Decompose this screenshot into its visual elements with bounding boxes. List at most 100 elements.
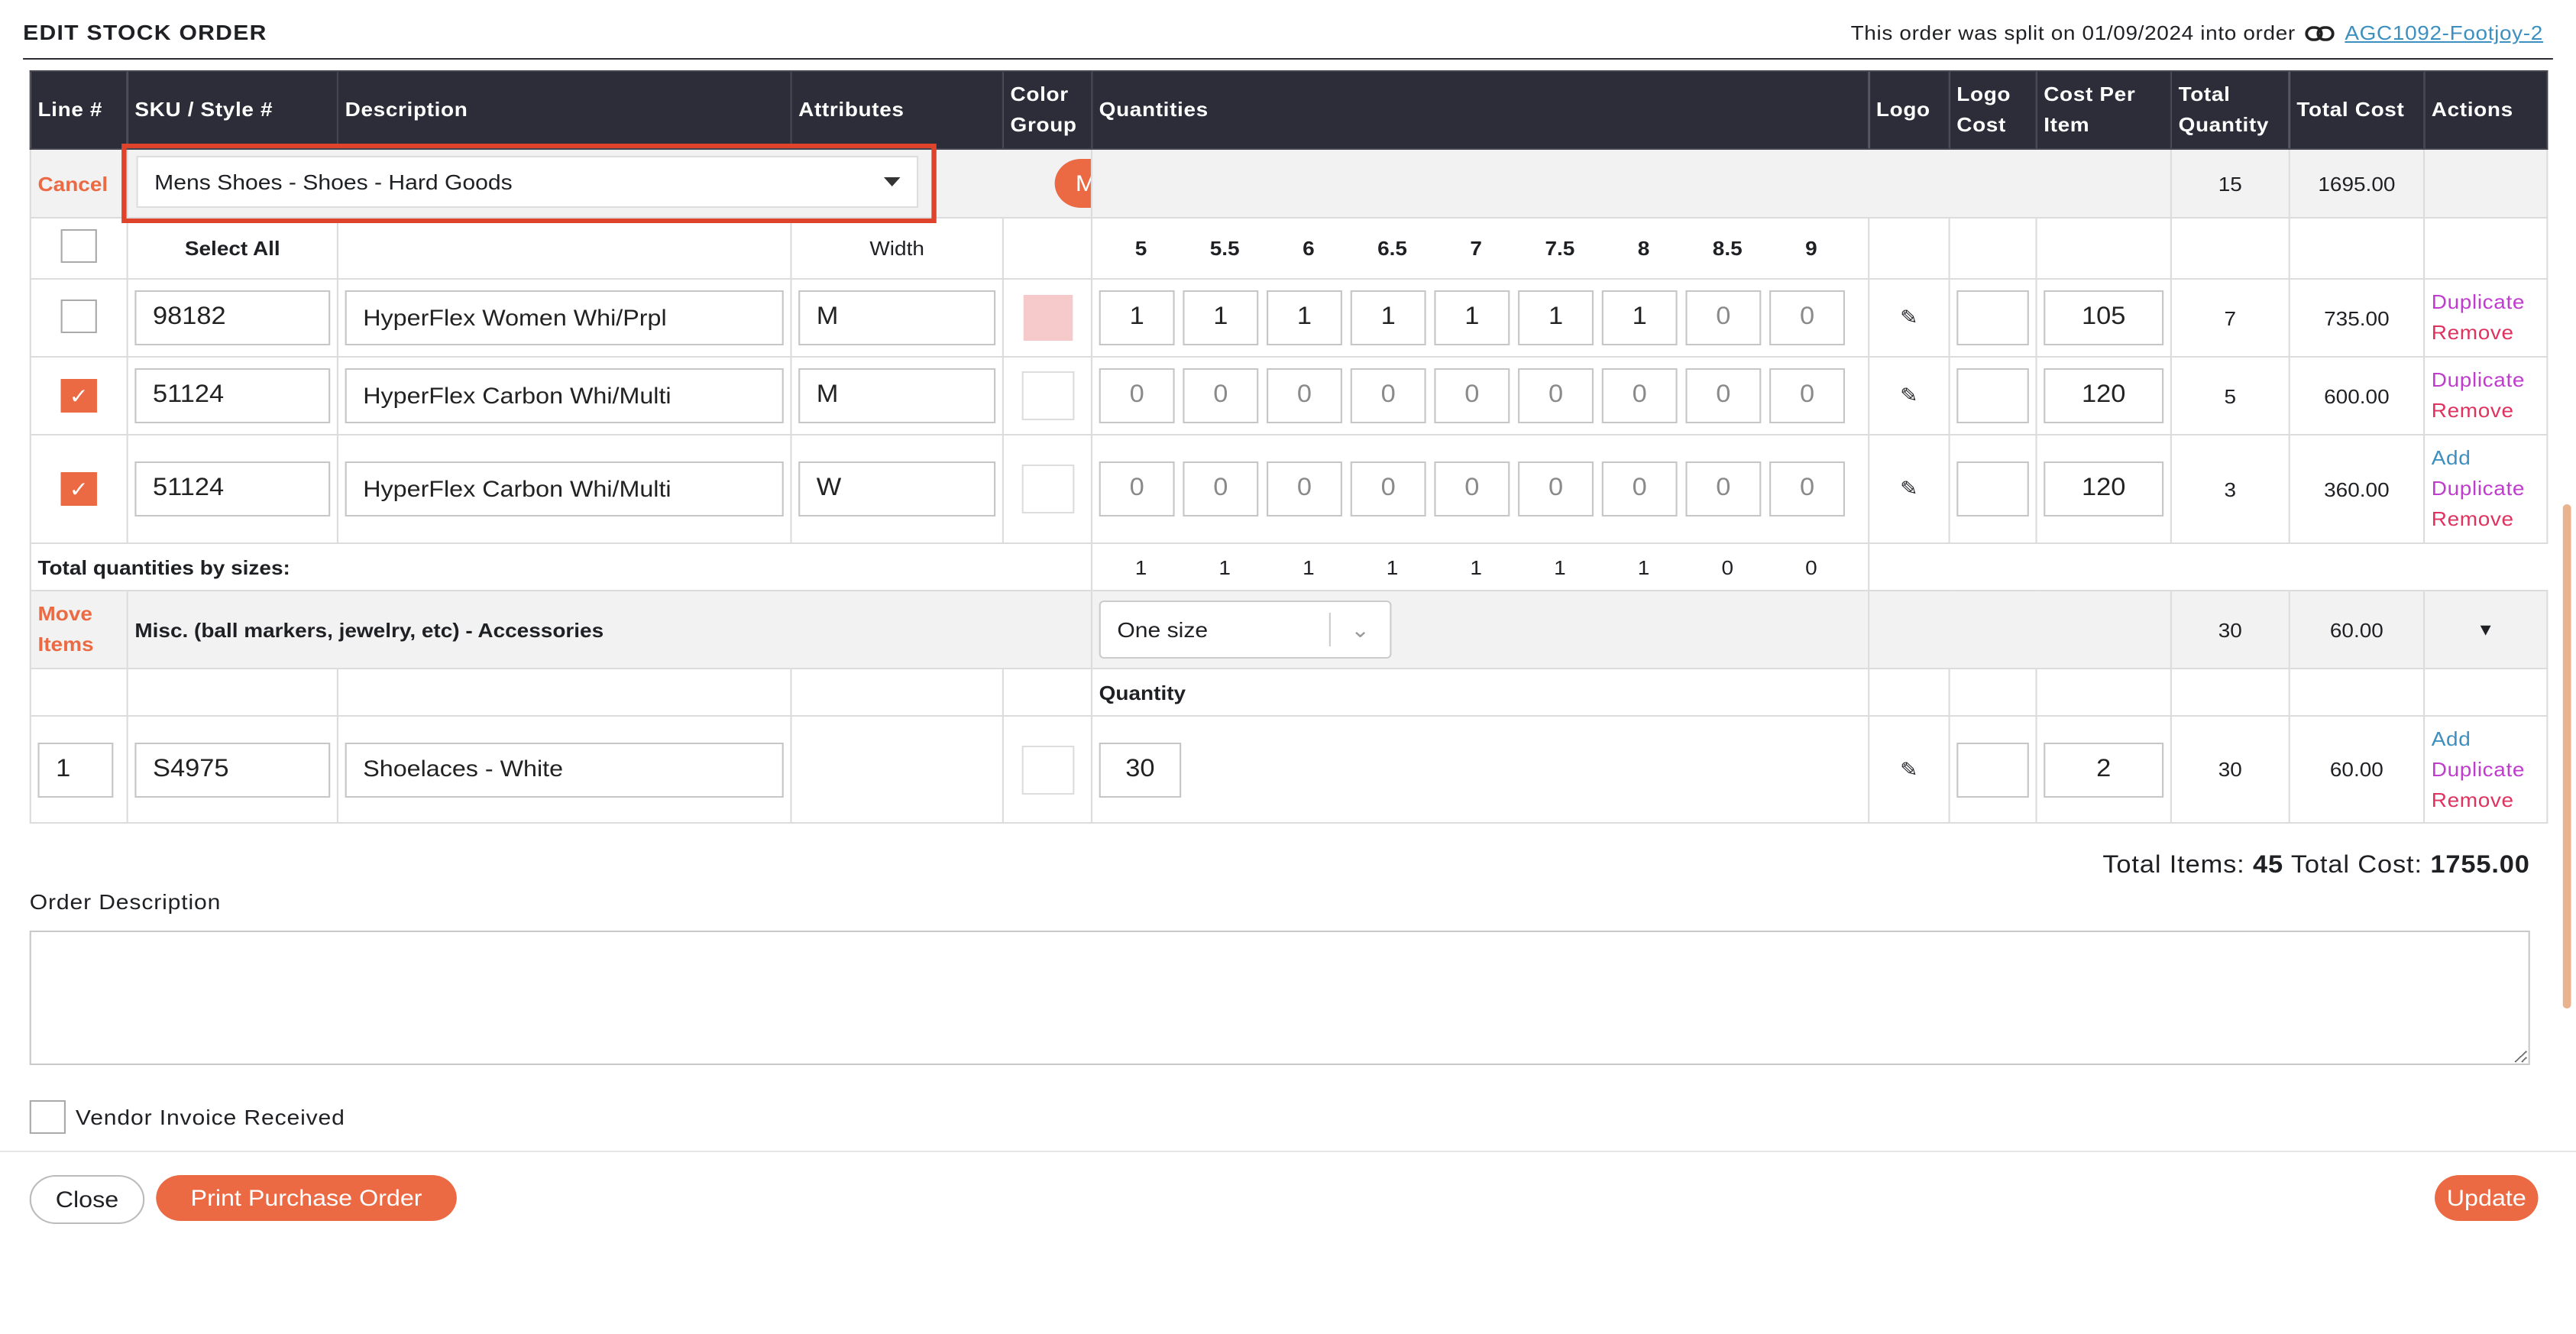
size-select[interactable]: One size ⌄ [1099, 601, 1392, 659]
qty-input[interactable]: 0 [1518, 461, 1594, 516]
sku-input[interactable]: 51124 [134, 461, 331, 516]
sku-input[interactable]: 51124 [134, 368, 331, 423]
total-cost-label: Total Cost: [2290, 853, 2422, 879]
size-total: 1 [1303, 555, 1315, 578]
qty-input[interactable]: 1 [1434, 290, 1510, 345]
qty-input[interactable]: 0 [1099, 461, 1175, 516]
qty-input[interactable]: 0 [1769, 290, 1846, 345]
row-checkbox[interactable] [60, 299, 97, 332]
remove-link[interactable]: Remove [2432, 318, 2540, 348]
qty-input[interactable]: 1 [1183, 290, 1259, 345]
table-row: ✓ 51124 HyperFlex Carbon Whi/Multi M 0 0… [29, 356, 2548, 435]
logo-cost-input[interactable] [1956, 742, 2029, 797]
pencil-icon[interactable]: ✎ [1868, 434, 1950, 544]
color-swatch[interactable] [1022, 295, 1073, 341]
size-header: 5.5 [1209, 237, 1240, 260]
col-color-group: Color Group [1002, 70, 1093, 150]
row-checkbox-checked[interactable]: ✓ [60, 379, 97, 413]
color-swatch[interactable] [1021, 371, 1074, 420]
qty-input[interactable]: 1 [1518, 290, 1594, 345]
caret-down-icon[interactable]: ▾ [2422, 590, 2548, 669]
sku-input[interactable]: 98182 [134, 290, 331, 345]
size-total: 0 [1805, 555, 1817, 578]
qty-input[interactable]: 1 [1601, 290, 1678, 345]
qty-input[interactable]: 0 [1685, 290, 1762, 345]
cost-input[interactable]: 2 [2044, 742, 2164, 797]
remove-link[interactable]: Remove [2432, 396, 2540, 426]
logo-cost-input[interactable] [1956, 461, 2029, 516]
vendor-invoice-label: Vendor Invoice Received [75, 1105, 345, 1129]
qty-input[interactable]: 1 [1099, 290, 1175, 345]
qty-input[interactable]: 0 [1350, 368, 1426, 423]
size-headers: 5 5.5 6 6.5 7 7.5 8 8.5 9 [1099, 237, 1862, 260]
line-input[interactable]: 1 [37, 742, 114, 797]
pencil-icon[interactable]: ✎ [1868, 715, 1950, 824]
pencil-icon[interactable]: ✎ [1868, 356, 1950, 435]
update-button[interactable]: Update [2435, 1175, 2539, 1221]
qty-input[interactable]: 0 [1434, 461, 1510, 516]
width-input[interactable]: W [798, 461, 996, 516]
qty-input[interactable]: 30 [1099, 742, 1182, 797]
group-total-quantity: 30 [2170, 590, 2290, 669]
split-text: This order was split on 01/09/2024 into … [1850, 21, 2296, 44]
qty-input[interactable]: 0 [1267, 461, 1342, 516]
logo-cost-input[interactable] [1956, 368, 2029, 423]
qty-input[interactable]: 1 [1350, 290, 1426, 345]
qty-input[interactable]: 0 [1769, 461, 1846, 516]
duplicate-link[interactable]: Duplicate [2432, 754, 2540, 785]
col-quantities: Quantities [1090, 70, 1870, 150]
vendor-invoice-checkbox[interactable] [29, 1100, 66, 1134]
description-input[interactable]: HyperFlex Carbon Whi/Multi [345, 461, 784, 516]
qty-input[interactable]: 0 [1183, 461, 1259, 516]
split-order-link[interactable]: AGC1092-Footjoy-2 [2345, 21, 2543, 44]
move-button[interactable]: Move [1054, 159, 1090, 208]
order-description-label: Order Description [29, 889, 222, 914]
sku-input[interactable]: S4975 [134, 742, 331, 797]
duplicate-link[interactable]: Duplicate [2432, 365, 2540, 396]
duplicate-link[interactable]: Duplicate [2432, 474, 2540, 504]
size-total: 1 [1470, 555, 1482, 578]
split-notice: This order was split on 01/09/2024 into … [1851, 21, 2543, 44]
qty-input[interactable]: 0 [1099, 368, 1175, 423]
cost-input[interactable]: 120 [2044, 461, 2164, 516]
qty-input[interactable]: 0 [1518, 368, 1594, 423]
select-all-label: Select All [126, 217, 339, 280]
logo-cost-input[interactable] [1956, 290, 2029, 345]
qty-input[interactable]: 0 [1685, 368, 1762, 423]
pencil-icon[interactable]: ✎ [1868, 278, 1950, 358]
qty-input[interactable]: 0 [1601, 368, 1678, 423]
qty-input[interactable]: 0 [1434, 368, 1510, 423]
add-link[interactable]: Add [2432, 724, 2540, 754]
description-input[interactable]: Shoelaces - White [345, 742, 784, 797]
qty-input[interactable]: 0 [1769, 368, 1846, 423]
close-button[interactable]: Close [29, 1175, 145, 1224]
order-description-field[interactable] [29, 931, 2530, 1065]
cost-input[interactable]: 120 [2044, 368, 2164, 423]
width-input[interactable]: M [798, 290, 996, 345]
qty-input[interactable]: 0 [1183, 368, 1259, 423]
qty-input[interactable]: 1 [1267, 290, 1342, 345]
print-purchase-order-button[interactable]: Print Purchase Order [156, 1175, 457, 1221]
move-items-link[interactable]: Move Items [29, 590, 128, 669]
duplicate-link[interactable]: Duplicate [2432, 287, 2540, 318]
qty-input[interactable]: 0 [1350, 461, 1426, 516]
color-swatch[interactable] [1021, 745, 1074, 794]
size-header: 6.5 [1377, 237, 1407, 260]
add-link[interactable]: Add [2432, 443, 2540, 474]
cost-input[interactable]: 105 [2044, 290, 2164, 345]
qty-input[interactable]: 0 [1601, 461, 1678, 516]
qty-input[interactable]: 0 [1267, 368, 1342, 423]
qty-input[interactable]: 0 [1685, 461, 1762, 516]
width-input[interactable]: M [798, 368, 996, 423]
remove-link[interactable]: Remove [2432, 504, 2540, 535]
category-select[interactable]: Mens Shoes - Shoes - Hard Goods [136, 156, 919, 208]
description-input[interactable]: HyperFlex Carbon Whi/Multi [345, 368, 784, 423]
color-swatch[interactable] [1021, 465, 1074, 513]
description-input[interactable]: HyperFlex Women Whi/Prpl [345, 290, 784, 345]
cancel-link[interactable]: Cancel [29, 148, 128, 219]
row-checkbox-checked[interactable]: ✓ [60, 472, 97, 506]
select-all-checkbox[interactable] [60, 229, 97, 263]
scrollbar[interactable] [2562, 504, 2571, 1009]
remove-link[interactable]: Remove [2432, 785, 2540, 815]
total-cost-value: 1755.00 [2430, 853, 2530, 879]
